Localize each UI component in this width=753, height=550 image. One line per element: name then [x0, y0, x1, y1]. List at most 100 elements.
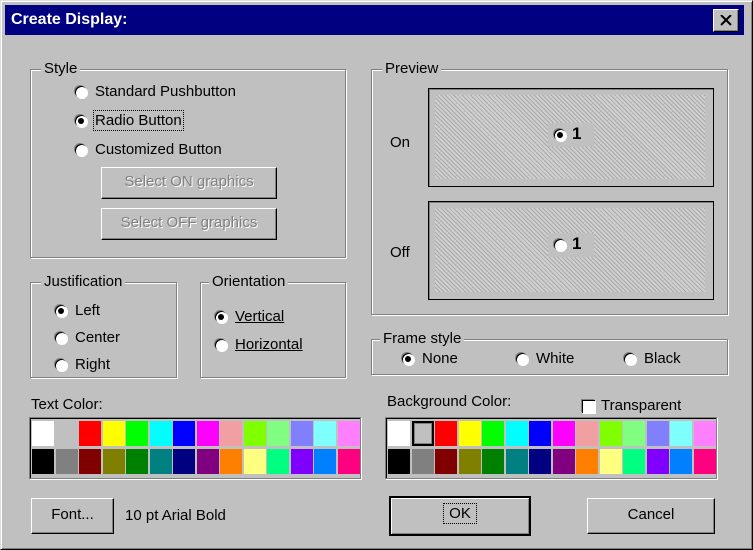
color-swatch[interactable]	[576, 421, 598, 446]
color-swatch[interactable]	[79, 421, 101, 446]
color-swatch[interactable]	[32, 449, 54, 474]
color-swatch[interactable]	[552, 421, 575, 446]
label-none: None	[422, 350, 458, 367]
label-horizontal: Horizontal	[235, 336, 303, 353]
color-swatch[interactable]	[623, 449, 645, 474]
orientation-legend: Orientation	[209, 273, 289, 290]
color-swatch[interactable]	[693, 421, 716, 446]
select-on-graphics-button[interactable]: Select ON graphics	[101, 167, 277, 199]
font-description: 10 pt Arial Bold	[125, 507, 226, 524]
color-swatch[interactable]	[55, 449, 78, 474]
color-swatch[interactable]	[173, 421, 195, 446]
color-swatch[interactable]	[646, 421, 669, 446]
preview-on-text: 1	[572, 124, 582, 143]
select-off-graphics-button[interactable]: Select OFF graphics	[101, 208, 277, 240]
preview-on-label: On	[390, 134, 411, 151]
radio-customized-button[interactable]	[75, 144, 87, 156]
color-swatch[interactable]	[435, 421, 457, 446]
radio-black[interactable]	[624, 353, 636, 365]
radio-selected-dot-icon	[405, 356, 411, 362]
radio-none[interactable]	[402, 353, 414, 365]
color-swatch[interactable]	[196, 449, 219, 474]
color-swatch[interactable]	[290, 449, 313, 474]
ok-button[interactable]: OK	[389, 496, 531, 536]
color-swatch[interactable]	[32, 421, 54, 446]
frame-style-group: Frame style None White Black	[371, 330, 728, 375]
background-color-palette	[385, 417, 717, 479]
radio-selected-dot-icon	[78, 118, 84, 124]
color-swatch[interactable]	[243, 449, 266, 474]
radio-vertical[interactable]	[215, 311, 227, 323]
preview-off-radio-icon	[554, 239, 566, 251]
radio-radio-button[interactable]	[75, 115, 87, 127]
cancel-button[interactable]: Cancel	[587, 498, 715, 534]
color-swatch[interactable]	[388, 421, 410, 446]
color-swatch[interactable]	[599, 449, 622, 474]
color-swatch[interactable]	[599, 421, 622, 446]
preview-on-dot-icon	[557, 132, 563, 138]
color-swatch[interactable]	[149, 449, 172, 474]
color-swatch[interactable]	[623, 421, 645, 446]
color-swatch[interactable]	[693, 449, 716, 474]
color-swatch[interactable]	[102, 421, 125, 446]
color-swatch[interactable]	[173, 449, 195, 474]
color-swatch[interactable]	[126, 421, 148, 446]
color-swatch[interactable]	[149, 421, 172, 446]
color-swatch[interactable]	[529, 449, 551, 474]
color-swatch[interactable]	[388, 449, 410, 474]
color-swatch[interactable]	[670, 449, 692, 474]
window-title: Create Display:	[11, 11, 128, 28]
color-swatch[interactable]	[196, 421, 219, 446]
color-swatch[interactable]	[290, 421, 313, 446]
preview-on-item: 1	[548, 123, 594, 147]
color-swatch[interactable]	[337, 421, 360, 446]
color-swatch[interactable]	[220, 449, 242, 474]
radio-horizontal[interactable]	[215, 339, 227, 351]
color-swatch[interactable]	[576, 449, 598, 474]
color-swatch[interactable]	[670, 421, 692, 446]
color-swatch[interactable]	[458, 449, 481, 474]
color-swatch[interactable]	[267, 421, 289, 446]
color-swatch[interactable]	[482, 449, 504, 474]
color-swatch[interactable]	[314, 421, 336, 446]
radio-center[interactable]	[55, 332, 67, 344]
transparent-checkbox[interactable]	[582, 400, 595, 413]
color-swatch[interactable]	[79, 449, 101, 474]
preview-on-panel: 1	[428, 88, 714, 187]
color-swatch[interactable]	[126, 449, 148, 474]
font-button[interactable]: Font...	[31, 498, 114, 534]
label-right: Right	[75, 356, 111, 373]
color-swatch[interactable]	[220, 421, 242, 446]
color-swatch[interactable]	[458, 421, 481, 446]
style-legend: Style	[41, 60, 81, 77]
color-swatch[interactable]	[267, 449, 289, 474]
radio-standard-pushbutton[interactable]	[75, 86, 87, 98]
color-swatch[interactable]	[435, 449, 457, 474]
radio-right[interactable]	[55, 359, 67, 371]
justification-legend: Justification	[41, 273, 126, 290]
color-swatch[interactable]	[55, 421, 78, 446]
label-white: White	[536, 350, 575, 367]
color-swatch[interactable]	[646, 449, 669, 474]
style-group: Style Standard Pushbutton Radio Button C…	[30, 60, 346, 258]
color-swatch[interactable]	[411, 449, 434, 474]
color-swatch[interactable]	[505, 449, 528, 474]
color-swatch[interactable]	[529, 421, 551, 446]
color-swatch[interactable]	[314, 449, 336, 474]
radio-left[interactable]	[55, 305, 67, 317]
label-standard-pushbutton: Standard Pushbutton	[95, 83, 236, 100]
color-swatch[interactable]	[243, 421, 266, 446]
color-swatch[interactable]	[552, 449, 575, 474]
color-swatch[interactable]	[482, 421, 504, 446]
title-bar[interactable]: Create Display:	[5, 5, 744, 35]
radio-white[interactable]	[516, 353, 528, 365]
color-swatch[interactable]	[102, 449, 125, 474]
preview-off-label: Off	[390, 244, 410, 261]
label-vertical: Vertical	[235, 308, 285, 325]
color-swatch[interactable]	[505, 421, 528, 446]
color-swatch[interactable]	[337, 449, 360, 474]
close-button[interactable]	[713, 9, 739, 32]
preview-on-radio-icon	[554, 129, 566, 141]
color-swatch[interactable]	[411, 421, 434, 446]
preview-group: Preview On Off 1 1	[371, 60, 728, 315]
